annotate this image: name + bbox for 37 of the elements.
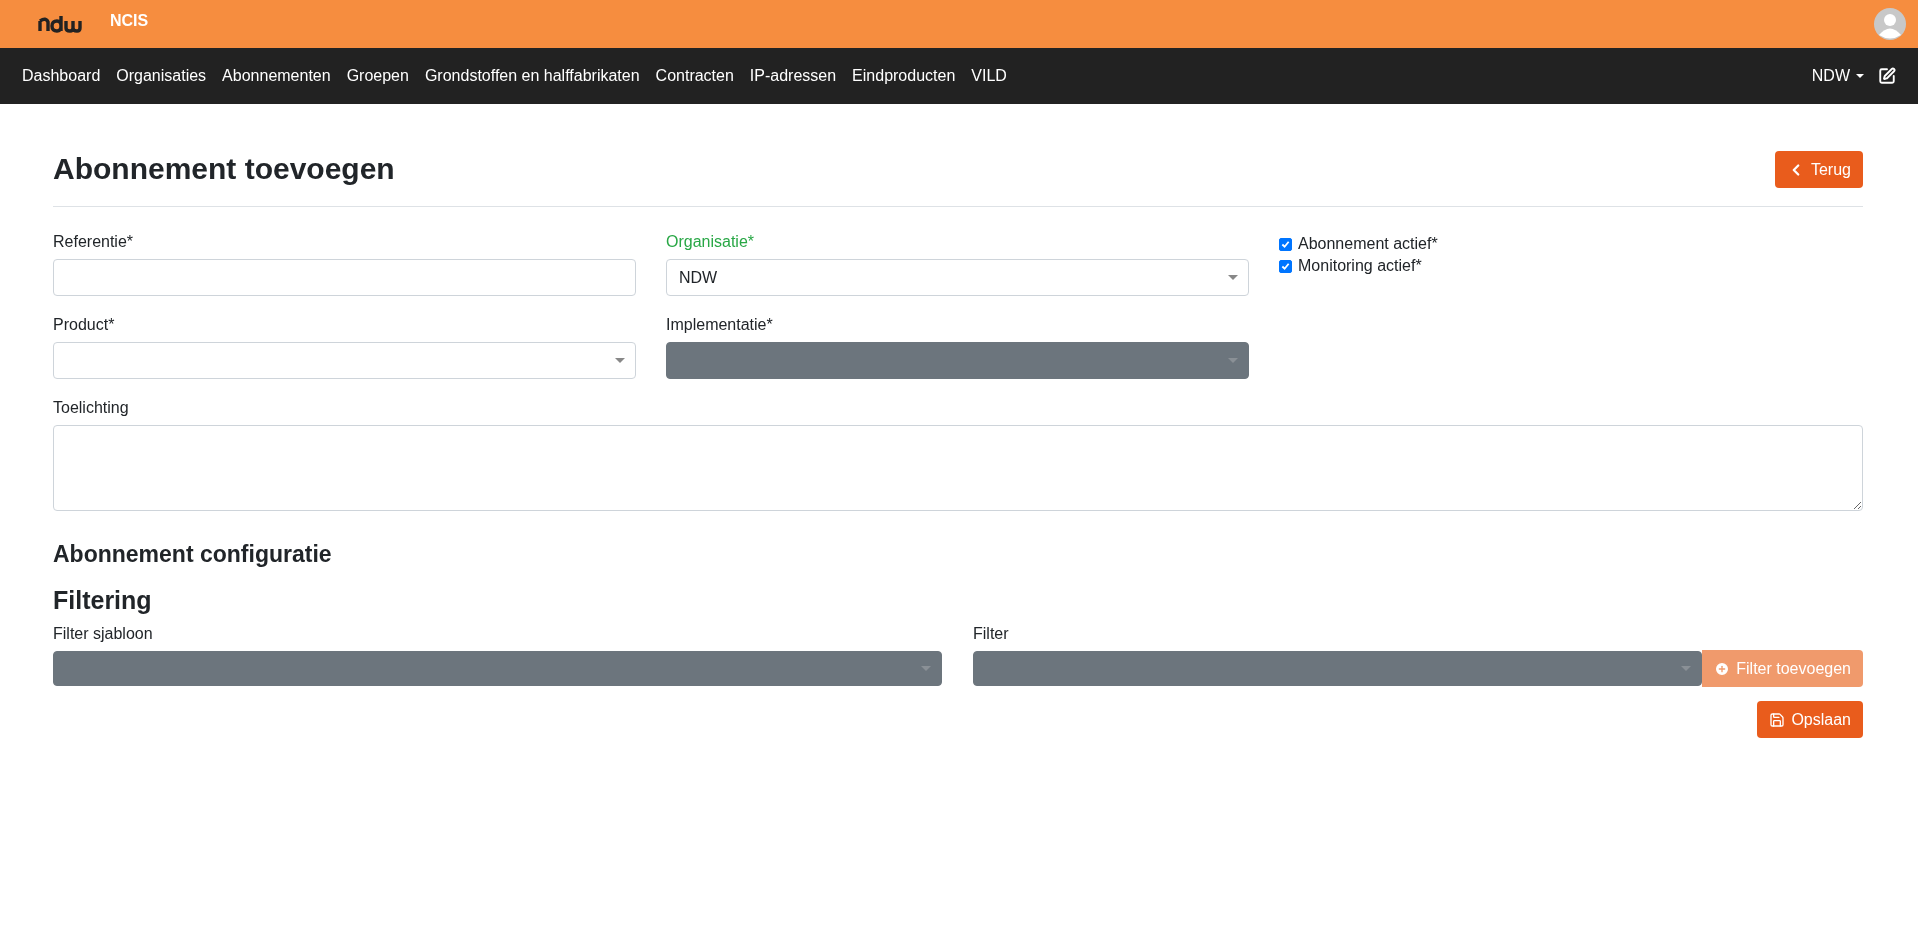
nav-link[interactable]: Dashboard — [22, 67, 101, 85]
nav-link[interactable]: Groepen — [346, 67, 409, 85]
page-title: Abonnement toevoegen — [53, 152, 395, 186]
section-title: Abonnement configuratie — [53, 541, 333, 568]
avatar-icon[interactable] — [1874, 8, 1906, 40]
plus-circle-icon — [1714, 660, 1731, 677]
text-area[interactable] — [53, 425, 1863, 511]
checkbox-label: Abonnement actief* — [1298, 235, 1438, 253]
field-label: Filter sjabloon — [53, 625, 154, 643]
field-label: Toelichting — [53, 399, 130, 417]
user-menu[interactable]: NDW — [1811, 67, 1864, 85]
input-field[interactable] — [53, 259, 636, 296]
nav-link[interactable]: Organisaties — [116, 67, 207, 85]
section-title: Filtering — [53, 586, 153, 615]
field-label: Referentie* — [53, 233, 135, 251]
nav-link[interactable]: IP-adressen — [749, 67, 837, 85]
checkbox-label: Monitoring actief* — [1298, 257, 1422, 275]
nav-link[interactable]: VILD — [971, 67, 1007, 85]
select-field[interactable]: NDW — [666, 259, 1249, 296]
checkbox[interactable] — [1279, 237, 1292, 251]
caret-icon — [615, 358, 625, 363]
nav-link[interactable]: Eindproducten — [852, 67, 956, 85]
caret-icon — [1681, 666, 1692, 671]
app-name: NCIS — [110, 12, 149, 30]
nav-link[interactable]: Contracten — [655, 67, 734, 85]
caret-icon — [1228, 275, 1238, 280]
nav-link[interactable]: Grondstoffen en halffabrikaten — [424, 67, 640, 85]
nav-link[interactable]: Abonnementen — [222, 67, 331, 85]
caret-icon — [921, 666, 931, 671]
field-label: Organisatie* — [666, 233, 756, 251]
checkbox[interactable] — [1279, 259, 1292, 273]
edit-icon[interactable] — [1878, 67, 1896, 85]
field-label: Filter — [973, 625, 1010, 643]
save-icon — [1769, 711, 1786, 728]
field-label: Implementatie* — [666, 316, 774, 334]
caret-icon — [1228, 358, 1238, 363]
field-label: Product* — [53, 316, 116, 334]
